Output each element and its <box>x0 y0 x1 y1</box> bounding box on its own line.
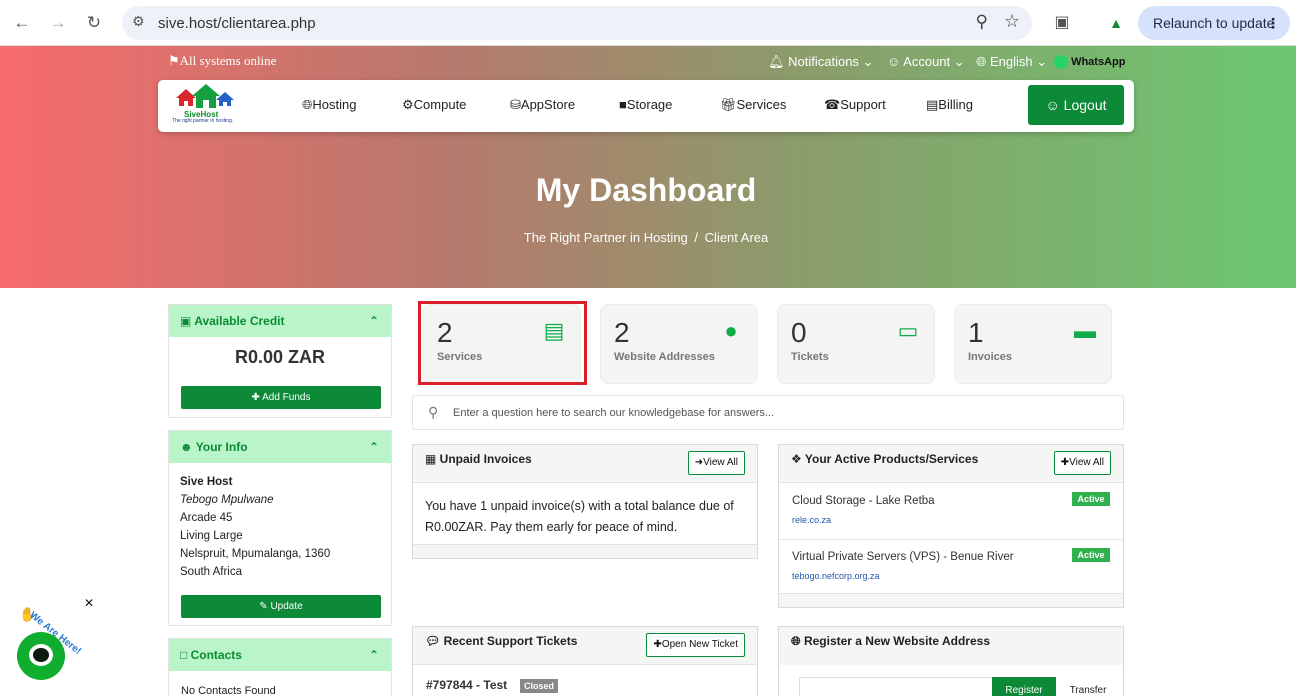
contacts-empty: No Contacts Found <box>181 685 276 696</box>
contacts-header[interactable]: □ Contacts ⌃ <box>169 639 391 671</box>
product-name[interactable]: Cloud Storage - Lake Retba <box>792 495 935 507</box>
globe-icon: ● <box>724 318 738 343</box>
credit-card: ▣ Available Credit ⌃ R0.00 ZAR ✚ Add Fund… <box>168 304 392 418</box>
money-icon: ▣ <box>180 314 192 328</box>
close-icon[interactable]: ✕ <box>84 596 94 610</box>
menu-dots-icon[interactable]: ⋮ <box>1266 6 1280 40</box>
nav-billing[interactable]: ▤Billing <box>926 97 973 113</box>
chevron-up-icon[interactable]: ⌃ <box>369 639 379 671</box>
bookmark-star-icon[interactable]: ☆ <box>1004 11 1020 32</box>
chat-bubble-icon <box>29 644 53 666</box>
profile-avatar[interactable]: ▲ <box>1104 11 1128 35</box>
chevron-up-icon[interactable]: ⌃ <box>369 305 379 337</box>
address-bar[interactable]: ⚙ sive.host/clientarea.php ⚲ ☆ <box>122 6 1032 40</box>
system-status[interactable]: ⚑All systems online <box>168 53 276 69</box>
update-button[interactable]: ✎ Update <box>181 595 381 618</box>
panel-title: ❖ Your Active Products/Services <box>791 452 979 466</box>
chat-bubble-button[interactable] <box>17 632 65 680</box>
panel-title: 🌐︎ Register a New Website Address <box>791 634 991 648</box>
nav-appstore[interactable]: ⛁AppStore <box>510 97 575 113</box>
nav-storage[interactable]: ■Storage <box>619 97 672 112</box>
product-name[interactable]: Virtual Private Servers (VPS) - Benue Ri… <box>792 551 1014 563</box>
relaunch-button[interactable]: Relaunch to update ⋮ <box>1138 6 1290 40</box>
chevron-up-icon[interactable]: ⌃ <box>369 431 379 463</box>
view-all-invoices-button[interactable]: ➜View All <box>687 451 745 475</box>
status-badge: Active <box>1072 548 1110 562</box>
stat-invoices[interactable]: 1 Invoices ▬ <box>954 304 1112 384</box>
url-text[interactable]: sive.host/clientarea.php <box>158 15 316 32</box>
reload-icon[interactable]: ↻ <box>82 11 106 35</box>
recent-tickets-panel: 💬︎ Recent Support Tickets ✚Open New Tick… <box>412 626 758 696</box>
domain-input[interactable] <box>799 677 993 696</box>
info-line: Nelspruit, Mpumalanga, 1360 <box>180 548 331 560</box>
notifications-menu[interactable]: 🔔︎ Notifications ⌄ <box>768 54 873 70</box>
info-company: Sive Host <box>180 476 233 488</box>
stat-tickets[interactable]: 0 Tickets ▭ <box>777 304 935 384</box>
info-card: ☻ Your Info ⌃ Sive Host Tebogo Mpulwane A… <box>168 430 392 626</box>
kb-search-input[interactable]: ⚲ Enter a question here to search our kn… <box>412 395 1124 430</box>
extensions-icon[interactable]: ▣ <box>1050 11 1074 35</box>
breadcrumb: The Right Partner in Hosting / Client Ar… <box>523 230 769 245</box>
product-domain[interactable]: rele.co.za <box>792 515 831 525</box>
transfer-button[interactable]: Transfer <box>1056 677 1120 696</box>
credit-card-icon: ▬ <box>1074 318 1096 343</box>
hero-banner: ⚑All systems online 🔔︎ Notifications ⌄ ☺… <box>0 46 1296 288</box>
ticket-title[interactable]: #797844 - Test <box>426 678 507 692</box>
info-line: Living Large <box>180 530 243 542</box>
logo-tagline: The right partner in hosting. <box>172 118 234 124</box>
page-title: My Dashboard <box>535 172 757 208</box>
highlight-box <box>418 301 587 385</box>
unpaid-invoices-panel: ▦ Unpaid Invoices ➜View All You have 1 u… <box>412 444 758 559</box>
site-settings-icon[interactable]: ⚙ <box>132 13 145 30</box>
register-button[interactable]: Register <box>992 677 1056 696</box>
open-new-ticket-button[interactable]: ✚Open New Ticket <box>646 633 745 657</box>
panel-footer <box>779 593 1123 607</box>
breadcrumb-home[interactable]: The Right Partner in Hosting <box>524 230 688 245</box>
nav-compute[interactable]: ⚙Compute <box>402 97 466 113</box>
nav-services[interactable]: 🎁︎Services <box>720 97 786 113</box>
info-line: Arcade 45 <box>180 512 233 524</box>
main-navbar: SiveHost The right partner in hosting. 🌐… <box>158 80 1134 132</box>
panel-title: ▦ Unpaid Invoices <box>425 452 532 466</box>
invoices-message: You have 1 unpaid invoice(s) with a tota… <box>425 499 734 534</box>
stat-website-addresses[interactable]: 2 Website Addresses ● <box>600 304 758 384</box>
info-header[interactable]: ☻ Your Info ⌃ <box>169 431 391 463</box>
credit-header[interactable]: ▣ Available Credit ⌃ <box>169 305 391 337</box>
status-badge: Active <box>1072 492 1110 506</box>
language-menu[interactable]: 🌐︎ English ⌄ <box>976 54 1047 70</box>
search-icon: ⚲ <box>428 404 439 420</box>
nav-hosting[interactable]: 🌐︎Hosting <box>302 97 356 113</box>
whatsapp-icon <box>1054 55 1068 69</box>
forward-arrow-icon[interactable]: → <box>46 11 70 35</box>
contacts-card: □ Contacts ⌃ No Contacts Found <box>168 638 392 696</box>
info-line: South Africa <box>180 566 243 578</box>
credit-amount: R0.00 ZAR <box>234 347 326 367</box>
panel-title: 💬︎ Recent Support Tickets <box>425 634 578 648</box>
browser-toolbar: ← → ↻ ⚙ sive.host/clientarea.php ⚲ ☆ ▣ ▲… <box>0 0 1296 46</box>
register-domain-panel: 🌐︎ Register a New Website Address Regist… <box>778 626 1124 696</box>
info-name: Tebogo Mpulwane <box>180 494 274 506</box>
zoom-icon[interactable]: ⚲ <box>976 12 988 32</box>
add-funds-button[interactable]: ✚ Add Funds <box>181 386 381 409</box>
ticket-icon: ▭ <box>897 318 919 343</box>
back-arrow-icon[interactable]: ← <box>10 11 34 35</box>
folder-icon: □ <box>180 648 188 662</box>
chat-widget[interactable]: ✋ We Are Here! ✕ <box>14 596 94 690</box>
logout-button[interactable]: ☺ Logout <box>1028 85 1124 125</box>
account-menu[interactable]: ☺ Account ⌄ <box>887 54 965 70</box>
product-domain[interactable]: tebogo.nefcorp.org.za <box>792 571 880 581</box>
whatsapp-link[interactable]: WhatsApp <box>1054 55 1125 69</box>
breadcrumb-current: Client Area <box>704 230 769 245</box>
panel-footer <box>413 544 757 558</box>
ticket-status-badge: Closed <box>520 679 559 693</box>
view-all-products-button[interactable]: ✚View All <box>1053 451 1111 475</box>
sivehost-logo[interactable]: SiveHost The right partner in hosting. <box>172 84 252 128</box>
nav-support[interactable]: ☎Support <box>824 97 886 113</box>
info-address: Sive Host Tebogo Mpulwane Arcade 45 Livi… <box>169 463 391 581</box>
active-products-panel: ❖ Your Active Products/Services ✚View Al… <box>778 444 1124 608</box>
user-icon: ☻ <box>180 440 193 454</box>
